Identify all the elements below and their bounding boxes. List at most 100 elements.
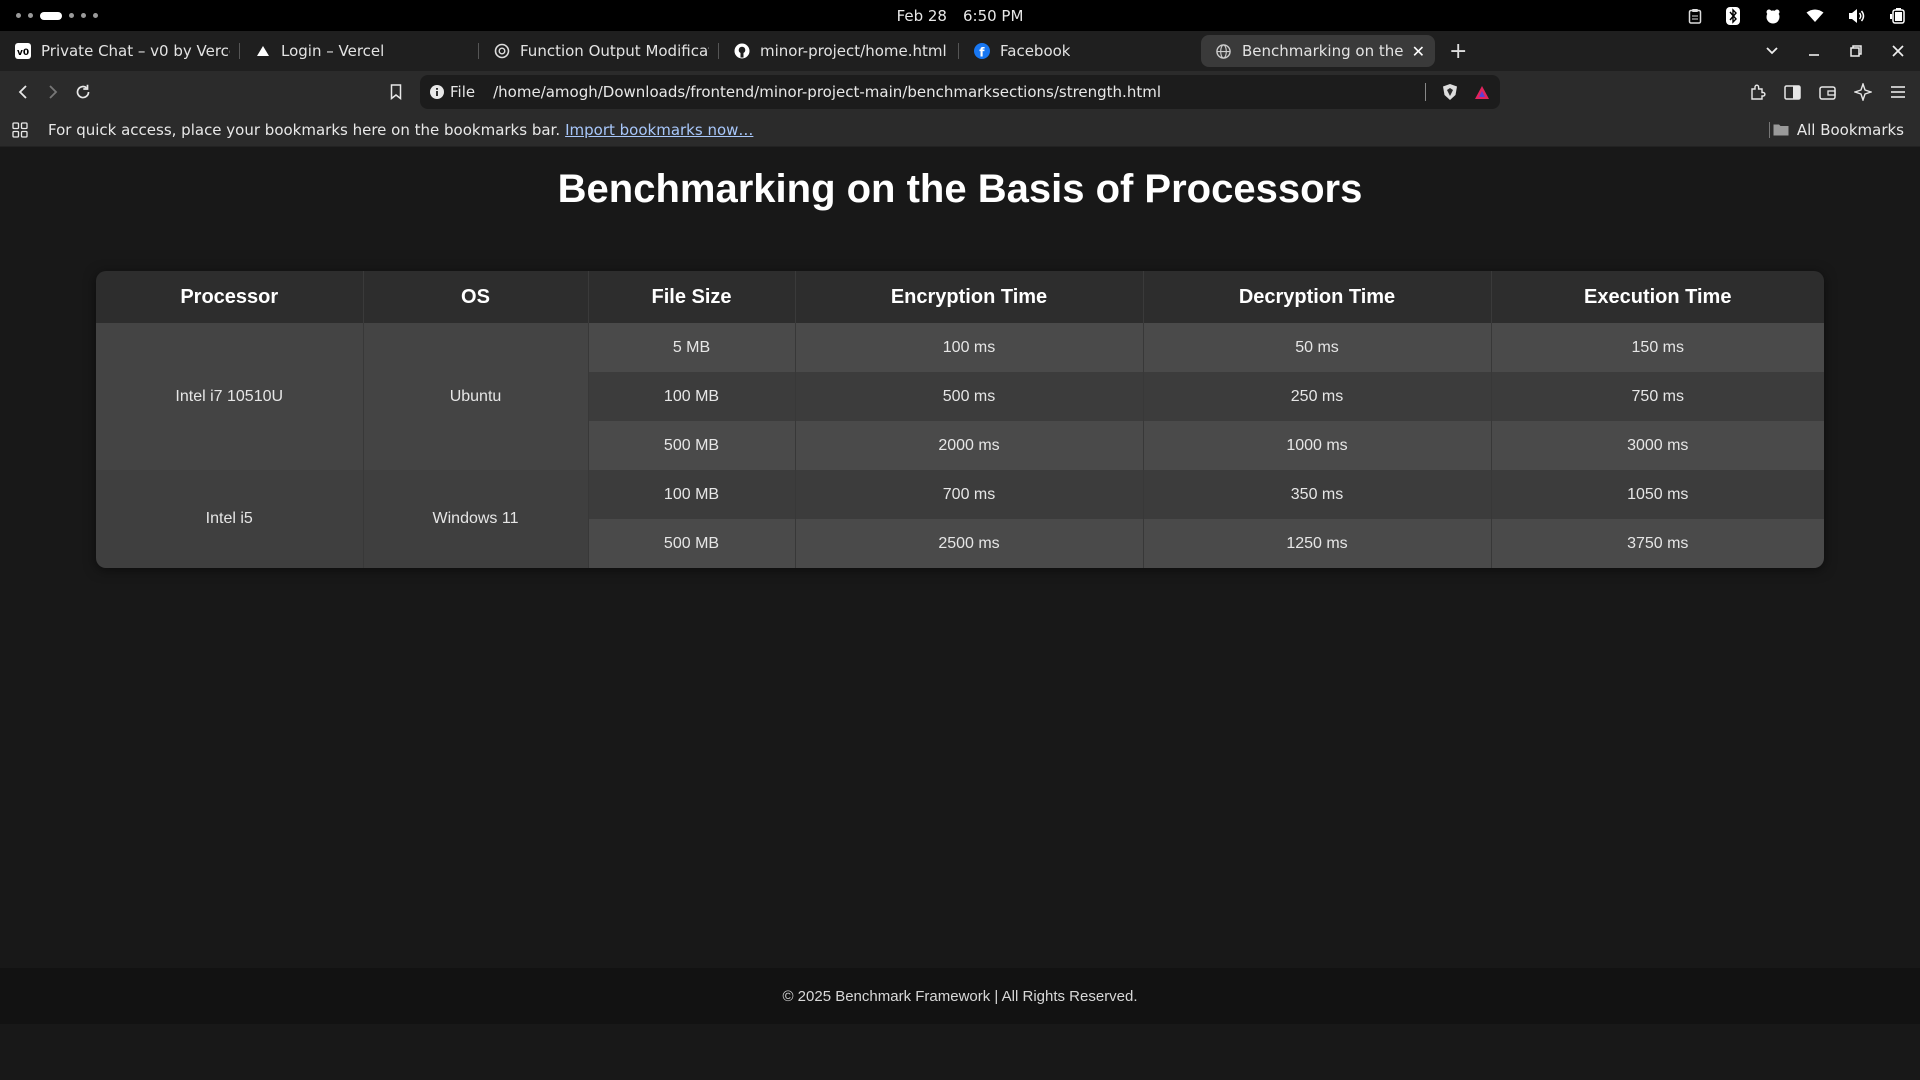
v0-icon: v0 (14, 43, 31, 60)
system-top-bar: Feb 28 6:50 PM (0, 0, 1920, 31)
execution-time-cell: 1050 ms (1491, 470, 1824, 519)
tab-benchmarking-active[interactable]: Benchmarking on the Ba ✕ (1201, 35, 1435, 67)
sidebar-icon[interactable] (1784, 84, 1801, 100)
header-processor: Processor (96, 271, 364, 323)
decryption-time-cell: 50 ms (1143, 323, 1492, 372)
site-info-button[interactable]: File (430, 83, 475, 101)
browser-toolbar: File /home/amogh/Downloads/frontend/mino… (0, 71, 1920, 113)
header-os: OS (363, 271, 589, 323)
tab-title: Private Chat – v0 by Vercel (41, 42, 230, 60)
tab-vercel-login[interactable]: Login – Vercel (240, 35, 479, 67)
footer-copyright: © 2025 Benchmark Framework | All Rights … (782, 987, 1138, 1005)
brave-shields-icon[interactable] (1442, 83, 1458, 101)
svg-text:f: f (979, 46, 985, 60)
github-icon (733, 43, 750, 60)
bluetooth-icon[interactable] (1726, 6, 1740, 25)
wifi-icon[interactable] (1806, 9, 1824, 23)
tab-title: Function Output Modificatio (520, 42, 709, 60)
divider (1769, 121, 1770, 138)
header-decryption-time: Decryption Time (1143, 271, 1492, 323)
openai-icon (493, 43, 510, 60)
divider (1425, 83, 1426, 101)
decryption-time-cell: 1000 ms (1143, 421, 1492, 470)
url-text[interactable]: /home/amogh/Downloads/frontend/minor-pro… (493, 83, 1161, 101)
tab-search-chevron-icon[interactable] (1766, 47, 1778, 55)
toolbar-right-actions (1749, 83, 1906, 101)
tab-title: Facebook (1000, 42, 1071, 60)
close-tab-icon[interactable]: ✕ (1404, 42, 1425, 61)
tab-title: Login – Vercel (281, 42, 385, 60)
table-header-row: Processor OS File Size Encryption Time D… (96, 271, 1824, 323)
vercel-triangle-icon (254, 43, 271, 60)
volume-icon[interactable] (1848, 8, 1866, 24)
clipboard-icon[interactable] (1688, 8, 1702, 24)
file-size-cell: 5 MB (588, 323, 796, 372)
page-title: Benchmarking on the Basis of Processors (557, 167, 1363, 211)
file-size-cell: 500 MB (588, 421, 796, 470)
page-footer: © 2025 Benchmark Framework | All Rights … (0, 968, 1920, 1024)
workspace-indicator[interactable] (16, 11, 98, 20)
tab-facebook[interactable]: f Facebook (959, 35, 1199, 67)
forward-button[interactable] (38, 77, 68, 107)
reload-button[interactable] (68, 77, 98, 107)
menu-icon[interactable] (1890, 85, 1906, 99)
tab-v0-private-chat[interactable]: v0 Private Chat – v0 by Vercel (0, 35, 240, 67)
table-row: Intel i7 10510U Ubuntu 5 MB 100 ms 50 ms… (96, 323, 1824, 470)
table-row: Intel i5 Windows 11 100 MB 700 ms 350 ms… (96, 470, 1824, 568)
benchmark-table-container: Processor OS File Size Encryption Time D… (96, 271, 1824, 568)
scheme-label: File (450, 83, 476, 101)
clock-time: 6:50 PM (962, 6, 1024, 25)
clock-date: Feb 28 (896, 6, 947, 25)
battery-icon[interactable] (1890, 7, 1906, 24)
file-size-cell: 500 MB (588, 519, 796, 568)
bookmarks-bar: For quick access, place your bookmarks h… (0, 113, 1920, 147)
bookmark-page-button[interactable] (381, 77, 411, 107)
os-cell: Ubuntu (363, 323, 589, 470)
folder-icon (1773, 124, 1789, 136)
wallet-icon[interactable] (1819, 85, 1836, 100)
leo-ai-icon[interactable] (1854, 83, 1872, 101)
minimize-icon[interactable] (1808, 45, 1820, 57)
address-bar[interactable]: File /home/amogh/Downloads/frontend/mino… (420, 75, 1500, 109)
restore-icon[interactable] (1850, 45, 1862, 57)
decryption-time-cell: 250 ms (1143, 372, 1492, 421)
forward-arrow-icon (49, 85, 58, 99)
import-bookmarks-link[interactable]: Import bookmarks now… (565, 121, 753, 139)
extensions-icon[interactable] (1749, 84, 1766, 101)
back-button[interactable] (8, 77, 38, 107)
decryption-time-cell: 1250 ms (1143, 519, 1492, 568)
tab-function-output[interactable]: Function Output Modificatio (479, 35, 719, 67)
execution-time-cell: 3750 ms (1491, 519, 1824, 568)
apps-grid-icon[interactable] (12, 121, 28, 138)
bookmark-icon (390, 84, 402, 100)
benchmark-table: Processor OS File Size Encryption Time D… (96, 271, 1824, 568)
os-cell: Windows 11 (363, 470, 589, 568)
encryption-time-cell: 500 ms (795, 372, 1144, 421)
decryption-time-cell: 350 ms (1143, 470, 1492, 519)
encryption-time-cell: 2500 ms (795, 519, 1144, 568)
tab-github[interactable]: minor-project/home.html at (719, 35, 959, 67)
encryption-time-cell: 700 ms (795, 470, 1144, 519)
window-controls (1766, 31, 1904, 71)
header-file-size: File Size (588, 271, 796, 323)
new-tab-button[interactable]: + (1449, 39, 1467, 64)
file-size-cell: 100 MB (588, 470, 796, 519)
execution-time-cell: 3000 ms (1491, 421, 1824, 470)
processor-cell: Intel i7 10510U (96, 323, 364, 470)
brave-rewards-icon[interactable] (1474, 85, 1490, 100)
all-bookmarks-button[interactable]: All Bookmarks (1773, 121, 1904, 139)
facebook-icon: f (973, 43, 990, 60)
all-bookmarks-label: All Bookmarks (1796, 120, 1904, 139)
execution-time-cell: 750 ms (1491, 372, 1824, 421)
file-size-cell: 100 MB (588, 372, 796, 421)
cloud-sync-icon[interactable] (1764, 8, 1782, 24)
back-arrow-icon (18, 85, 27, 99)
svg-text:v0: v0 (17, 48, 29, 58)
system-clock[interactable]: Feb 28 6:50 PM (897, 7, 1024, 25)
bookmarks-hint-text: For quick access, place your bookmarks h… (48, 120, 561, 139)
encryption-time-cell: 2000 ms (795, 421, 1144, 470)
system-tray[interactable] (1688, 6, 1906, 25)
close-window-icon[interactable] (1892, 45, 1904, 57)
page-content: Benchmarking on the Basis of Processors … (0, 147, 1920, 1024)
info-icon (430, 85, 444, 99)
